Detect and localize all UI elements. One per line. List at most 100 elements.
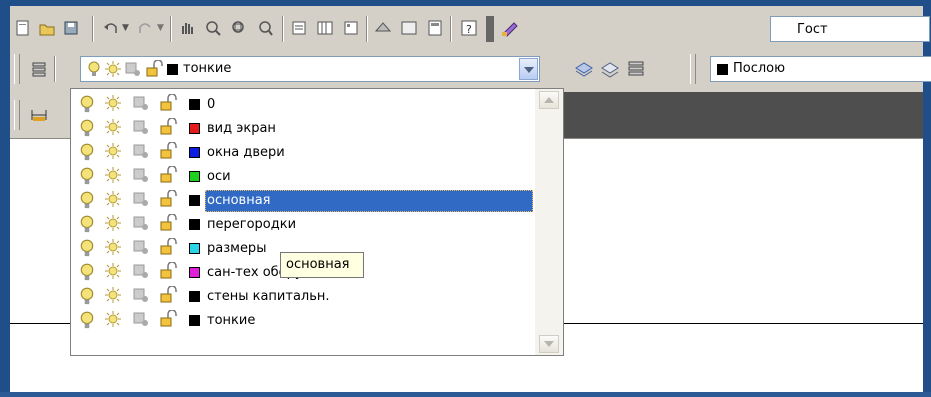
layer-color-swatch[interactable] <box>189 171 200 182</box>
layer-previous-icon[interactable] <box>600 58 620 78</box>
layer-color-swatch[interactable] <box>189 243 200 254</box>
viewport-freeze-icon[interactable] <box>133 191 149 207</box>
sun-freeze-icon[interactable] <box>105 191 121 207</box>
sun-freeze-icon[interactable] <box>105 167 121 183</box>
sun-freeze-icon[interactable] <box>105 215 121 231</box>
markup-set-icon[interactable] <box>400 19 418 37</box>
lightbulb-icon[interactable] <box>79 119 95 137</box>
layer-name: оси <box>207 169 231 184</box>
layer-color-swatch[interactable] <box>189 267 200 278</box>
viewport-freeze-icon[interactable] <box>133 95 149 111</box>
padlock-icon[interactable] <box>159 285 177 304</box>
sun-freeze-icon[interactable] <box>105 311 121 327</box>
properties-icon[interactable] <box>290 19 308 37</box>
undo-icon[interactable] <box>102 19 120 37</box>
layer-manager-icon[interactable] <box>30 60 48 78</box>
paint-brush-icon[interactable] <box>500 19 522 37</box>
lightbulb-icon[interactable] <box>79 287 95 305</box>
tool-palettes-icon[interactable] <box>342 19 360 37</box>
zoom-window-icon[interactable] <box>230 19 248 37</box>
layer-row[interactable]: вид экран <box>71 117 533 141</box>
sun-freeze-icon[interactable] <box>105 263 121 279</box>
viewport-freeze-icon[interactable] <box>133 167 149 183</box>
sun-freeze-icon[interactable] <box>105 119 121 135</box>
layer-combo[interactable]: тонкие <box>80 56 540 82</box>
layer-combo-dropdown-button[interactable] <box>519 58 538 80</box>
viewport-freeze-icon[interactable] <box>133 311 149 327</box>
lightbulb-icon[interactable] <box>79 215 95 233</box>
lightbulb-icon[interactable] <box>79 191 95 209</box>
layer-states-icon[interactable] <box>626 58 646 78</box>
lightbulb-icon[interactable] <box>79 95 95 113</box>
layer-row[interactable]: оси <box>71 165 533 189</box>
layer-color-swatch[interactable] <box>189 315 200 326</box>
color-swatch <box>717 64 728 75</box>
sun-freeze-icon[interactable] <box>105 143 121 159</box>
new-file-icon[interactable] <box>14 19 32 37</box>
lightbulb-icon[interactable] <box>79 239 95 257</box>
quickcalc-icon[interactable] <box>426 19 444 37</box>
zoom-realtime-icon[interactable] <box>204 19 222 37</box>
viewport-freeze-icon[interactable] <box>133 215 149 231</box>
padlock-icon[interactable] <box>159 165 177 184</box>
viewport-freeze-icon[interactable] <box>133 263 149 279</box>
layer-color-swatch[interactable] <box>189 291 200 302</box>
design-center-icon[interactable] <box>316 19 334 37</box>
lightbulb-icon[interactable] <box>87 61 101 77</box>
lightbulb-icon[interactable] <box>79 311 95 329</box>
toolbar-grip[interactable] <box>14 100 20 130</box>
scroll-down-button[interactable] <box>539 335 559 353</box>
layer-color-swatch[interactable] <box>189 147 200 158</box>
padlock-icon[interactable] <box>159 93 177 112</box>
lightbulb-icon[interactable] <box>79 167 95 185</box>
undo-dropdown-icon[interactable]: ▼ <box>122 23 129 33</box>
scroll-up-button[interactable] <box>539 91 559 109</box>
sun-freeze-icon[interactable] <box>105 287 121 303</box>
layer-row[interactable]: стены капитальн. <box>71 285 533 309</box>
color-control-combo[interactable]: Послою <box>710 56 931 82</box>
layer-row[interactable]: основная <box>71 189 533 213</box>
layer-color-swatch[interactable] <box>189 123 200 134</box>
layer-row[interactable]: перегородки <box>71 213 533 237</box>
viewport-freeze-icon[interactable] <box>133 119 149 135</box>
sheet-set-icon[interactable] <box>374 19 392 37</box>
make-object-layer-current-icon[interactable] <box>574 58 594 78</box>
padlock-icon[interactable] <box>159 213 177 232</box>
zoom-previous-icon[interactable] <box>256 19 274 37</box>
linear-dimension-icon[interactable] <box>30 106 48 124</box>
layer-color-swatch[interactable] <box>189 195 200 206</box>
sun-freeze-icon[interactable] <box>105 95 121 111</box>
sun-freeze-icon[interactable] <box>105 239 121 255</box>
layer-color-swatch[interactable] <box>189 99 200 110</box>
layer-row[interactable]: тонкие <box>71 309 533 333</box>
redo-dropdown-icon[interactable]: ▼ <box>157 23 164 33</box>
sun-freeze-icon[interactable] <box>105 61 121 77</box>
viewport-freeze-icon[interactable] <box>133 287 149 303</box>
padlock-icon[interactable] <box>159 261 177 280</box>
layer-color-swatch[interactable] <box>189 219 200 230</box>
layer-row[interactable]: окна двери <box>71 141 533 165</box>
viewport-freeze-icon[interactable] <box>125 61 141 77</box>
open-file-icon[interactable] <box>38 19 56 37</box>
toolbar-grip[interactable] <box>690 54 696 84</box>
viewport-freeze-icon[interactable] <box>133 239 149 255</box>
padlock-icon[interactable] <box>145 60 163 78</box>
save-file-icon[interactable] <box>62 19 80 37</box>
redo-icon[interactable] <box>136 19 154 37</box>
text-style-combo[interactable]: Гост <box>770 16 930 42</box>
dropdown-scrollbar[interactable] <box>535 89 563 355</box>
help-icon[interactable]: ? <box>460 19 478 37</box>
padlock-icon[interactable] <box>159 141 177 160</box>
layer-dropdown-list[interactable]: 0 вид экран окна двери оси основная перегород… <box>70 88 564 356</box>
toolbar-grip[interactable] <box>14 54 20 84</box>
lightbulb-icon[interactable] <box>79 263 95 281</box>
padlock-icon[interactable] <box>159 189 177 208</box>
lightbulb-icon[interactable] <box>79 143 95 161</box>
layer-row[interactable]: 0 <box>71 93 533 117</box>
padlock-icon[interactable] <box>159 309 177 328</box>
layer-combo-value: тонкие <box>183 61 232 76</box>
padlock-icon[interactable] <box>159 117 177 136</box>
viewport-freeze-icon[interactable] <box>133 143 149 159</box>
padlock-icon[interactable] <box>159 237 177 256</box>
pan-hand-icon[interactable] <box>178 19 196 37</box>
